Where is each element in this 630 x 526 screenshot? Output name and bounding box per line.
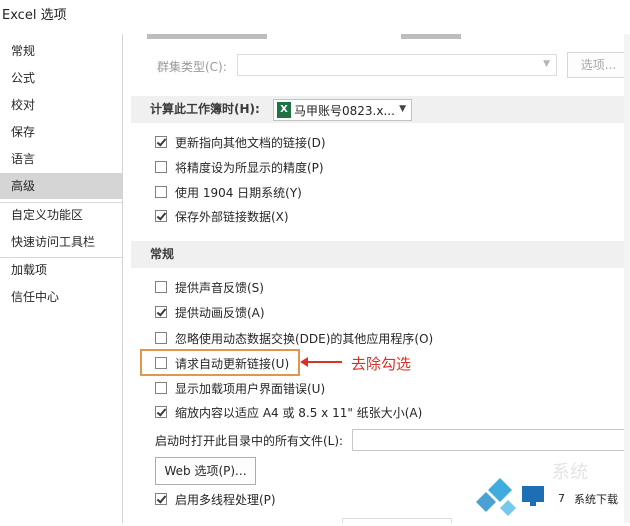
title-bar: Excel 选项 — [0, 0, 630, 27]
workbook-dropdown[interactable]: X 马甲账号0823.x... ▼ — [273, 99, 412, 121]
workbook-name: 马甲账号0823.x... — [294, 104, 395, 118]
arrow-shaft — [306, 361, 342, 363]
sidebar-item-general[interactable]: 常规 — [0, 38, 122, 64]
sidebar-item-quick-access-toolbar[interactable]: 快速访问工具栏 — [0, 229, 122, 255]
arrow-left-icon — [300, 357, 308, 367]
cluster-options-button[interactable]: 选项... — [567, 52, 630, 78]
sidebar-item-formulas[interactable]: 公式 — [0, 65, 122, 91]
svg-text:7: 7 — [558, 492, 565, 505]
checkbox[interactable] — [155, 210, 167, 222]
highlight-box — [140, 349, 300, 376]
startup-folder-input[interactable] — [352, 429, 630, 451]
checkbox[interactable] — [155, 332, 167, 344]
svg-text:系统: 系统 — [552, 462, 588, 483]
checkbox[interactable] — [155, 406, 167, 418]
web-options-button[interactable]: Web 选项(P)... — [155, 457, 256, 485]
scrollbar[interactable] — [624, 34, 630, 523]
options-panel: 群集类型(C): ▼ 选项... 计算此工作簿时(H): X 马甲账号0823.… — [131, 34, 630, 523]
checkbox[interactable] — [155, 493, 167, 505]
sidebar-item-language[interactable]: 语言 — [0, 146, 122, 172]
checkbox[interactable] — [155, 306, 167, 318]
watermark-text: 系统下载 — [574, 493, 618, 506]
window-title: Excel 选项 — [2, 8, 67, 23]
checkbox[interactable] — [155, 161, 167, 173]
sidebar-item-add-ins[interactable]: 加载项 — [0, 257, 122, 283]
general-section-title: 常规 — [150, 247, 175, 261]
sidebar: 常规 公式 校对 保存 语言 高级 自定义功能区 快速访问工具栏 加载项 信任中… — [0, 34, 123, 523]
cluster-type-dropdown[interactable]: ▼ — [237, 54, 557, 76]
watermark-logo: 系统 7 系统下载 — [470, 458, 630, 523]
chevron-down-icon: ▼ — [543, 59, 550, 69]
checkbox[interactable] — [155, 382, 167, 394]
checkbox[interactable] — [155, 186, 167, 198]
checkbox[interactable] — [155, 136, 167, 148]
cut-off-row — [147, 34, 267, 39]
sidebar-item-advanced[interactable]: 高级 — [0, 173, 122, 199]
sidebar-item-customize-ribbon[interactable]: 自定义功能区 — [0, 202, 122, 228]
cluster-type-label: 群集类型(C): — [157, 60, 227, 74]
chevron-down-icon: ▼ — [399, 104, 406, 114]
general-section-header: 常规 — [131, 241, 630, 268]
sidebar-item-proofing[interactable]: 校对 — [0, 92, 122, 118]
sidebar-item-save[interactable]: 保存 — [0, 119, 122, 145]
annotation-text: 去除勾选 — [351, 355, 412, 373]
excel-icon: X — [277, 102, 291, 118]
sidebar-item-trust-center[interactable]: 信任中心 — [0, 284, 122, 310]
cut-off-field — [342, 518, 452, 523]
checkbox[interactable] — [155, 281, 167, 293]
cut-off-row — [401, 34, 461, 39]
workbook-calc-label: 计算此工作簿时(H): — [150, 102, 260, 116]
